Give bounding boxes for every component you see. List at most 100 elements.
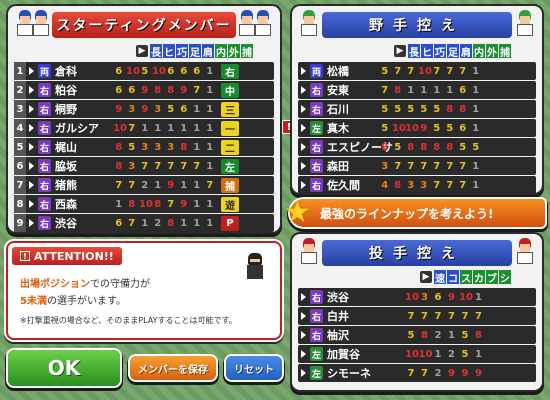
stat-value: 10 (405, 291, 419, 303)
stat-value: 7 (154, 160, 162, 172)
batting-order-number: 1 (14, 62, 26, 80)
stat-value: 1 (472, 103, 480, 115)
stat-value: 10 (405, 122, 419, 134)
stat-value: 3 (381, 160, 389, 172)
lineup-row[interactable]: 6 右脇坂 8 3 7 7 7 7 7 1 左 (14, 157, 274, 175)
position-badge[interactable]: 左 (221, 158, 240, 174)
player-name: 真木 (327, 122, 350, 135)
bench-fielder-row[interactable]: 右佐久間 4 8 3 3 7 7 7 1 (298, 176, 536, 194)
lineup-row[interactable]: 4 右ガルシア 10 7 1 1 1 1 1 1 一 (14, 119, 274, 137)
stat-value: 1 (180, 122, 188, 134)
stat-value: 7 (394, 160, 402, 172)
bench-fielder-row[interactable]: 右石川 5 5 5 5 5 8 8 1 (298, 100, 536, 118)
position-badge[interactable]: 二 (221, 139, 240, 155)
stat-value: 5 (446, 122, 454, 134)
stat-value: 7 (433, 65, 441, 77)
column-header: ヒ (421, 44, 433, 59)
bench-fielder-row[interactable]: 右安東 7 8 1 1 1 1 6 1 (298, 81, 536, 99)
stat-value: 8 (459, 103, 467, 115)
lineup-row[interactable]: 9 右渋谷 6 7 1 2 8 1 1 1 P (14, 214, 274, 232)
bench-pitcher-row[interactable]: 右渋谷 10 3 6 9 10 1 (298, 288, 536, 306)
stat-value: 1 (475, 291, 482, 303)
stat-value: 1 (206, 122, 214, 134)
lineup-row[interactable]: 2 右粕谷 6 6 9 8 8 9 7 1 中 (14, 81, 274, 99)
pitcher-sprite-icon (298, 236, 320, 264)
lineup-row[interactable]: 8 右西森 1 8 10 8 7 9 1 1 遊 (14, 195, 274, 213)
stat-value: 7 (421, 367, 428, 379)
handedness-badge: 右 (310, 309, 324, 323)
stat-value: 5 (407, 329, 415, 341)
batting-order-number: 5 (14, 138, 26, 156)
player-name: 西森 (55, 198, 78, 211)
attention-highlight: 5未満 (20, 296, 47, 307)
bench-pitcher-row[interactable]: 左加賀谷 10 10 1 2 5 1 (298, 345, 536, 363)
lineup-row[interactable]: 1 両倉科 6 10 5 10 6 6 6 1 右 (14, 62, 274, 80)
position-badge[interactable]: 捕 (221, 177, 240, 193)
stat-value: 7 (206, 179, 214, 191)
player-stats: 777777 (405, 311, 486, 322)
bench-pitcher-row[interactable]: 右柚沢 5 8 2 1 5 8 (298, 326, 536, 344)
column-header: ヒ (163, 44, 175, 59)
position-badge[interactable]: P (221, 215, 240, 231)
attention-text: での守備力が (90, 279, 150, 290)
bench-fielder-row[interactable]: 右エスピノーサ 8 5 8 8 8 8 5 5 (298, 138, 536, 156)
column-header: 内 (215, 44, 227, 59)
select-arrow-icon (29, 219, 34, 227)
warning-icon: ! (20, 251, 30, 261)
player-stats: 66988971 (113, 85, 217, 96)
position-badge[interactable]: 中 (221, 82, 240, 98)
banner-text: 最強のラインナップを考えよう! (320, 206, 494, 221)
stat-value: 8 (154, 198, 162, 210)
stat-value: 8 (420, 141, 428, 153)
stat-value: 7 (193, 84, 201, 96)
column-header: 足 (189, 44, 201, 59)
column-header: 外 (486, 44, 498, 59)
stat-value: 9 (141, 84, 149, 96)
position-badge[interactable]: 遊 (221, 196, 240, 212)
handedness-badge: 右 (310, 328, 324, 342)
stat-value: 10 (405, 348, 419, 360)
bench-fielder-row[interactable]: 右森田 3 7 7 7 7 7 7 1 (298, 157, 536, 175)
bench-pitchers-panel: 投手控え ▶ 速コスカブシ 右渋谷 10 3 6 9 10 1 右白井 7 7 7 7 7 7 右柚沢 5 8 2 1… (292, 234, 542, 390)
player-stats: 5 7 7 10 7 7 7 1 (379, 66, 483, 77)
stat-value: 3 (128, 103, 136, 115)
stat-value: 5 (381, 122, 389, 134)
player-name: 渋谷 (55, 217, 78, 230)
attention-message: 出場ポジションでの守備力が 5未満の選手がいます。 (20, 276, 150, 310)
stat-value: 1 (472, 179, 480, 191)
lineup-row[interactable]: 5 右梶山 8 5 3 3 3 8 1 1 二 (14, 138, 274, 156)
position-badge[interactable]: 一 (221, 120, 240, 136)
ok-button[interactable]: OK (8, 350, 120, 386)
stat-value: 5 (433, 122, 441, 134)
stat-value: 6 (115, 84, 123, 96)
stat-value: 6 (115, 65, 123, 77)
lineup-row[interactable]: 3 右桐野 9 3 9 3 5 6 1 1 三 (14, 100, 274, 118)
reset-button[interactable]: リセット (226, 356, 282, 380)
stat-value: 8 (180, 141, 188, 153)
stat-value: 8 (394, 179, 402, 191)
batting-order-number: 6 (14, 157, 26, 175)
column-header: 外 (228, 44, 240, 59)
position-badge[interactable]: 右 (221, 63, 240, 79)
stat-value: 7 (420, 160, 428, 172)
stat-value: 10 (392, 122, 406, 134)
bench-fielder-row[interactable]: 両松橋 5 7 7 10 7 7 7 1 (298, 62, 536, 80)
bench-fielder-row[interactable]: 左真木 5 10 10 9 5 5 6 1 (298, 119, 536, 137)
lineup-banner: ★ 最強のラインナップを考えよう! (284, 195, 545, 230)
select-arrow-icon (29, 105, 34, 113)
position-badge[interactable]: 三 (221, 101, 240, 117)
save-members-button[interactable]: メンバーを保存 (130, 356, 216, 380)
stat-value: 1 (193, 141, 201, 153)
stat-value: 6 (180, 103, 188, 115)
header-arrow-icon: ▶ (394, 45, 406, 57)
bench-pitcher-row[interactable]: 右白井 7 7 7 7 7 7 (298, 307, 536, 325)
bench-pitcher-row[interactable]: 左シモーネ 7 7 2 9 9 9 (298, 364, 536, 382)
player-stats: 78111161 (379, 85, 483, 96)
starting-title: スターティングメンバー (52, 12, 236, 38)
batting-order-number: 7 (14, 176, 26, 194)
stat-value: 10 (418, 348, 433, 360)
stat-value: 1 (206, 160, 214, 172)
player-name: 加賀谷 (327, 348, 361, 361)
select-arrow-icon (29, 181, 34, 189)
lineup-row[interactable]: 7 右猪熊 7 7 2 1 9 1 1 7 捕 (14, 176, 274, 194)
